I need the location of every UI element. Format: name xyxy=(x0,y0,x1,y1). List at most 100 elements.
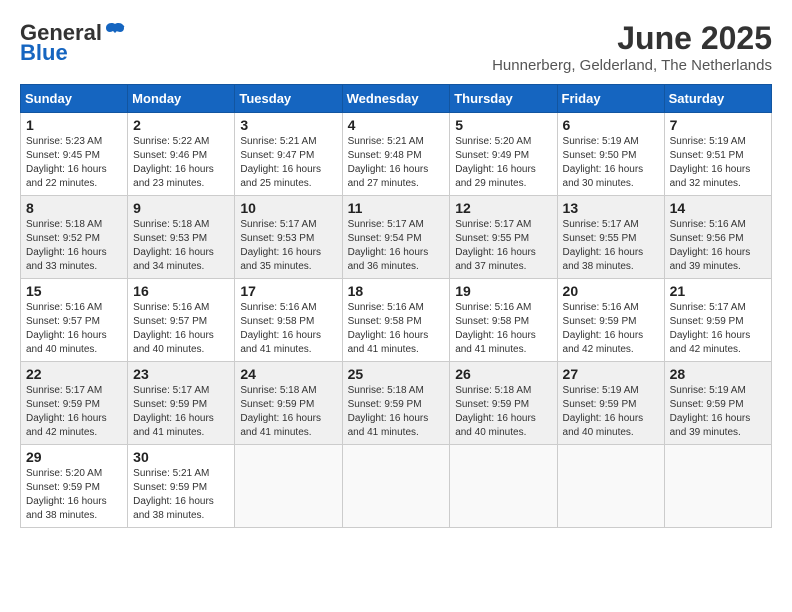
calendar-table: SundayMondayTuesdayWednesdayThursdayFrid… xyxy=(20,84,772,528)
day-info: Sunrise: 5:17 AMSunset: 9:59 PMDaylight:… xyxy=(670,301,766,357)
day-number: 8 xyxy=(26,200,122,216)
day-info: Sunrise: 5:17 AMSunset: 9:53 PMDaylight:… xyxy=(240,218,336,274)
day-number: 23 xyxy=(133,366,229,382)
day-info: Sunrise: 5:21 AMSunset: 9:48 PMDaylight:… xyxy=(348,135,445,191)
calendar-day-cell xyxy=(664,445,771,528)
day-number: 17 xyxy=(240,283,336,299)
day-number: 12 xyxy=(455,200,551,216)
day-of-week-header: Friday xyxy=(557,85,664,113)
day-of-week-header: Sunday xyxy=(21,85,128,113)
day-info: Sunrise: 5:23 AMSunset: 9:45 PMDaylight:… xyxy=(26,135,122,191)
day-info: Sunrise: 5:17 AMSunset: 9:59 PMDaylight:… xyxy=(26,384,122,440)
calendar-day-cell: 21Sunrise: 5:17 AMSunset: 9:59 PMDayligh… xyxy=(664,279,771,362)
logo: General Blue xyxy=(20,20,126,66)
calendar-day-cell: 19 Sunrise: 5:16 AMSunset: 9:58 PMDayligh… xyxy=(450,279,557,362)
day-info: Sunrise: 5:16 AMSunset: 9:59 PMDaylight:… xyxy=(563,301,659,357)
day-info: Sunrise: 5:22 AMSunset: 9:46 PMDaylight:… xyxy=(133,135,229,191)
calendar-day-cell xyxy=(235,445,342,528)
calendar-day-cell: 4 Sunrise: 5:21 AMSunset: 9:48 PMDaylight… xyxy=(342,113,450,196)
calendar-day-cell xyxy=(342,445,450,528)
day-number: 10 xyxy=(240,200,336,216)
day-number: 3 xyxy=(240,117,336,133)
day-info: Sunrise: 5:21 AMSunset: 9:59 PMDaylight:… xyxy=(133,467,229,523)
calendar-day-cell: 15 Sunrise: 5:16 AMSunset: 9:57 PMDayligh… xyxy=(21,279,128,362)
calendar-day-cell xyxy=(450,445,557,528)
calendar-day-cell: 9Sunrise: 5:18 AMSunset: 9:53 PMDaylight… xyxy=(128,196,235,279)
day-info: Sunrise: 5:20 AMSunset: 9:49 PMDaylight:… xyxy=(455,135,551,191)
calendar-week-row: 1 Sunrise: 5:23 AMSunset: 9:45 PMDaylight… xyxy=(21,113,772,196)
calendar-day-cell: 8 Sunrise: 5:18 AMSunset: 9:52 PMDaylight… xyxy=(21,196,128,279)
calendar-day-cell: 24Sunrise: 5:18 AMSunset: 9:59 PMDayligh… xyxy=(235,362,342,445)
calendar-day-cell: 17 Sunrise: 5:16 AMSunset: 9:58 PMDayligh… xyxy=(235,279,342,362)
calendar-day-cell: 30 Sunrise: 5:21 AMSunset: 9:59 PMDayligh… xyxy=(128,445,235,528)
day-of-week-header: Monday xyxy=(128,85,235,113)
calendar-day-cell: 7 Sunrise: 5:19 AMSunset: 9:51 PMDaylight… xyxy=(664,113,771,196)
day-info: Sunrise: 5:16 AMSunset: 9:57 PMDaylight:… xyxy=(26,301,122,357)
day-info: Sunrise: 5:21 AMSunset: 9:47 PMDaylight:… xyxy=(240,135,336,191)
day-number: 4 xyxy=(348,117,445,133)
calendar-day-cell: 25 Sunrise: 5:18 AMSunset: 9:59 PMDayligh… xyxy=(342,362,450,445)
day-info: Sunrise: 5:19 AMSunset: 9:59 PMDaylight:… xyxy=(670,384,766,440)
calendar-header-row: SundayMondayTuesdayWednesdayThursdayFrid… xyxy=(21,85,772,113)
day-number: 2 xyxy=(133,117,229,133)
calendar-day-cell: 3 Sunrise: 5:21 AMSunset: 9:47 PMDaylight… xyxy=(235,113,342,196)
day-number: 19 xyxy=(455,283,551,299)
day-info: Sunrise: 5:19 AMSunset: 9:59 PMDaylight:… xyxy=(563,384,659,440)
day-number: 15 xyxy=(26,283,122,299)
calendar-week-row: 8 Sunrise: 5:18 AMSunset: 9:52 PMDaylight… xyxy=(21,196,772,279)
calendar-day-cell: 10 Sunrise: 5:17 AMSunset: 9:53 PMDayligh… xyxy=(235,196,342,279)
day-number: 24 xyxy=(240,366,336,382)
logo-bird-icon xyxy=(104,20,126,42)
page-header: General Blue June 2025 Hunnerberg, Gelde… xyxy=(20,20,772,74)
day-number: 18 xyxy=(348,283,445,299)
calendar-week-row: 15 Sunrise: 5:16 AMSunset: 9:57 PMDayligh… xyxy=(21,279,772,362)
day-number: 28 xyxy=(670,366,766,382)
month-year-title: June 2025 xyxy=(492,20,772,57)
day-number: 30 xyxy=(133,449,229,465)
calendar-day-cell: 22 Sunrise: 5:17 AMSunset: 9:59 PMDayligh… xyxy=(21,362,128,445)
day-info: Sunrise: 5:19 AMSunset: 9:51 PMDaylight:… xyxy=(670,135,766,191)
calendar-day-cell: 12 Sunrise: 5:17 AMSunset: 9:55 PMDayligh… xyxy=(450,196,557,279)
calendar-day-cell: 13 Sunrise: 5:17 AMSunset: 9:55 PMDayligh… xyxy=(557,196,664,279)
calendar-day-cell xyxy=(557,445,664,528)
calendar-day-cell: 28 Sunrise: 5:19 AMSunset: 9:59 PMDayligh… xyxy=(664,362,771,445)
day-info: Sunrise: 5:17 AMSunset: 9:59 PMDaylight:… xyxy=(133,384,229,440)
calendar-day-cell: 26Sunrise: 5:18 AMSunset: 9:59 PMDayligh… xyxy=(450,362,557,445)
day-info: Sunrise: 5:18 AMSunset: 9:59 PMDaylight:… xyxy=(455,384,551,440)
day-number: 13 xyxy=(563,200,659,216)
day-info: Sunrise: 5:18 AMSunset: 9:59 PMDaylight:… xyxy=(348,384,445,440)
calendar-day-cell: 23 Sunrise: 5:17 AMSunset: 9:59 PMDayligh… xyxy=(128,362,235,445)
calendar-week-row: 22 Sunrise: 5:17 AMSunset: 9:59 PMDayligh… xyxy=(21,362,772,445)
day-of-week-header: Wednesday xyxy=(342,85,450,113)
day-number: 25 xyxy=(348,366,445,382)
day-number: 27 xyxy=(563,366,659,382)
day-number: 16 xyxy=(133,283,229,299)
day-info: Sunrise: 5:16 AMSunset: 9:56 PMDaylight:… xyxy=(670,218,766,274)
title-area: June 2025 Hunnerberg, Gelderland, The Ne… xyxy=(492,20,772,74)
day-number: 7 xyxy=(670,117,766,133)
calendar-day-cell: 27 Sunrise: 5:19 AMSunset: 9:59 PMDayligh… xyxy=(557,362,664,445)
day-number: 6 xyxy=(563,117,659,133)
location-text: Hunnerberg, Gelderland, The Netherlands xyxy=(492,57,772,74)
calendar-day-cell: 29Sunrise: 5:20 AMSunset: 9:59 PMDayligh… xyxy=(21,445,128,528)
day-info: Sunrise: 5:17 AMSunset: 9:55 PMDaylight:… xyxy=(455,218,551,274)
calendar-day-cell: 16Sunrise: 5:16 AMSunset: 9:57 PMDayligh… xyxy=(128,279,235,362)
day-of-week-header: Tuesday xyxy=(235,85,342,113)
day-info: Sunrise: 5:16 AMSunset: 9:58 PMDaylight:… xyxy=(455,301,551,357)
day-info: Sunrise: 5:18 AMSunset: 9:52 PMDaylight:… xyxy=(26,218,122,274)
calendar-day-cell: 14Sunrise: 5:16 AMSunset: 9:56 PMDayligh… xyxy=(664,196,771,279)
logo-blue-text: Blue xyxy=(20,40,68,66)
calendar-day-cell: 11 Sunrise: 5:17 AMSunset: 9:54 PMDayligh… xyxy=(342,196,450,279)
day-number: 29 xyxy=(26,449,122,465)
day-number: 11 xyxy=(348,200,445,216)
day-info: Sunrise: 5:19 AMSunset: 9:50 PMDaylight:… xyxy=(563,135,659,191)
day-info: Sunrise: 5:16 AMSunset: 9:58 PMDaylight:… xyxy=(348,301,445,357)
day-info: Sunrise: 5:16 AMSunset: 9:58 PMDaylight:… xyxy=(240,301,336,357)
calendar-day-cell: 2 Sunrise: 5:22 AMSunset: 9:46 PMDaylight… xyxy=(128,113,235,196)
day-info: Sunrise: 5:17 AMSunset: 9:55 PMDaylight:… xyxy=(563,218,659,274)
day-number: 22 xyxy=(26,366,122,382)
day-number: 1 xyxy=(26,117,122,133)
day-info: Sunrise: 5:17 AMSunset: 9:54 PMDaylight:… xyxy=(348,218,445,274)
day-info: Sunrise: 5:18 AMSunset: 9:53 PMDaylight:… xyxy=(133,218,229,274)
calendar-day-cell: 18 Sunrise: 5:16 AMSunset: 9:58 PMDayligh… xyxy=(342,279,450,362)
